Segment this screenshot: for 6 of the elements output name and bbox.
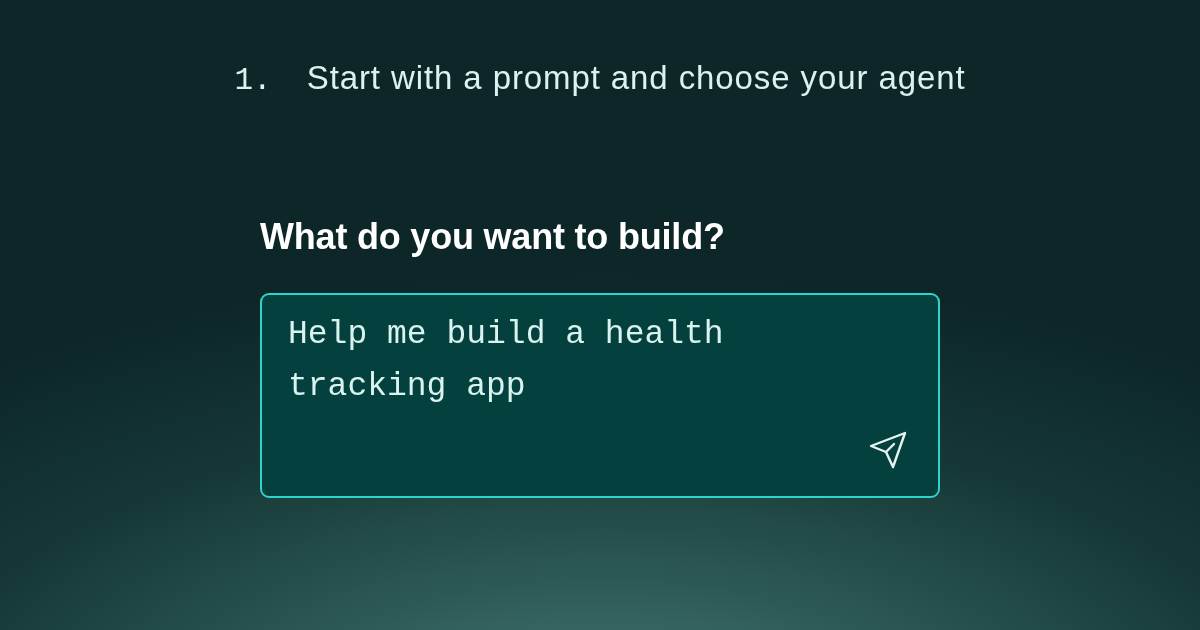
prompt-field[interactable]: Help me build a health tracking app [260,293,940,498]
send-icon [869,431,907,469]
step-number: 1. [234,62,272,100]
step-title: Start with a prompt and choose your agent [306,58,966,98]
send-button[interactable] [869,431,907,469]
prompt-heading: What do you want to build? [260,215,725,259]
